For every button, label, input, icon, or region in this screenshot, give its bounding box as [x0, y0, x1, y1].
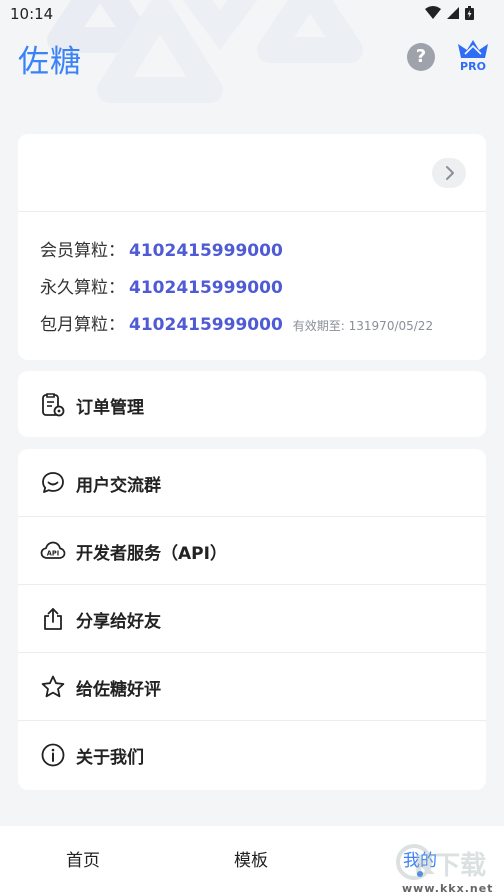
menu-item-order-management[interactable]: 订单管理: [18, 371, 486, 439]
app-header: 佐糖 ? PRO: [0, 28, 504, 88]
pro-label: PRO: [460, 60, 486, 73]
wifi-icon: [425, 6, 441, 19]
member-card: 会员算粒： 4102415999000 永久算粒： 4102415999000 …: [18, 134, 486, 360]
pro-button[interactable]: PRO: [455, 38, 491, 74]
info-icon: [41, 743, 65, 767]
menu-item-developer-api[interactable]: API 开发者服务（API）: [18, 517, 486, 585]
battery-icon: [465, 6, 474, 20]
nav-tab-home[interactable]: 首页: [66, 846, 100, 871]
order-management-card: 订单管理: [18, 371, 486, 437]
menu-item-share[interactable]: 分享给好友: [18, 585, 486, 653]
help-icon: ?: [415, 46, 427, 67]
quota-row-monthly: 包月算粒： 4102415999000 有效期至: 131970/05/22: [40, 310, 433, 336]
api-cloud-icon: API: [40, 541, 66, 559]
menu-item-label: 订单管理: [76, 398, 144, 418]
svg-text:API: API: [47, 549, 59, 557]
cellular-signal-icon: [447, 7, 459, 19]
menu-item-rate-app[interactable]: 给佐糖好评: [18, 653, 486, 721]
watermark-text: www.kkx.net: [402, 882, 494, 895]
menu-item-user-group[interactable]: 用户交流群: [18, 449, 486, 517]
expiry-date: 有效期至: 131970/05/22: [292, 319, 434, 333]
menu-item-label: 开发者服务（API）: [76, 544, 227, 564]
quota-label: 包月算粒：: [40, 315, 125, 335]
help-button[interactable]: ?: [407, 43, 435, 71]
app-title: 佐糖: [18, 44, 82, 80]
menu-item-label: 关于我们: [76, 748, 144, 768]
menu-card: 用户交流群 API 开发者服务（API） 分享给好友 给佐糖好评 关于我们: [18, 449, 486, 790]
quota-row-member: 会员算粒： 4102415999000: [40, 236, 283, 262]
crown-icon: [458, 40, 488, 58]
quota-value: 4102415999000: [129, 315, 283, 335]
menu-item-about-us[interactable]: 关于我们: [18, 721, 486, 789]
menu-item-label: 分享给好友: [76, 612, 161, 632]
status-time: 10:14: [10, 5, 54, 23]
watermark-logo-text: K下载: [414, 851, 486, 881]
chat-bubble-icon: [42, 472, 64, 493]
chevron-right-icon: [446, 166, 454, 180]
menu-item-label: 用户交流群: [76, 476, 161, 496]
status-icons: [425, 6, 474, 20]
star-icon: [41, 675, 65, 698]
nav-tab-templates[interactable]: 模板: [234, 846, 268, 871]
quota-row-permanent: 永久算粒： 4102415999000: [40, 273, 283, 299]
menu-item-label: 给佐糖好评: [76, 680, 161, 700]
member-card-header[interactable]: [18, 134, 486, 212]
quota-label: 会员算粒：: [40, 241, 125, 261]
member-detail-button[interactable]: [432, 158, 466, 188]
status-bar: 10:14: [0, 0, 504, 28]
share-icon: [44, 608, 62, 630]
quota-value: 4102415999000: [129, 278, 283, 298]
quota-value: 4102415999000: [129, 241, 283, 261]
order-settings-icon: [42, 393, 65, 417]
quota-label: 永久算粒：: [40, 278, 125, 298]
